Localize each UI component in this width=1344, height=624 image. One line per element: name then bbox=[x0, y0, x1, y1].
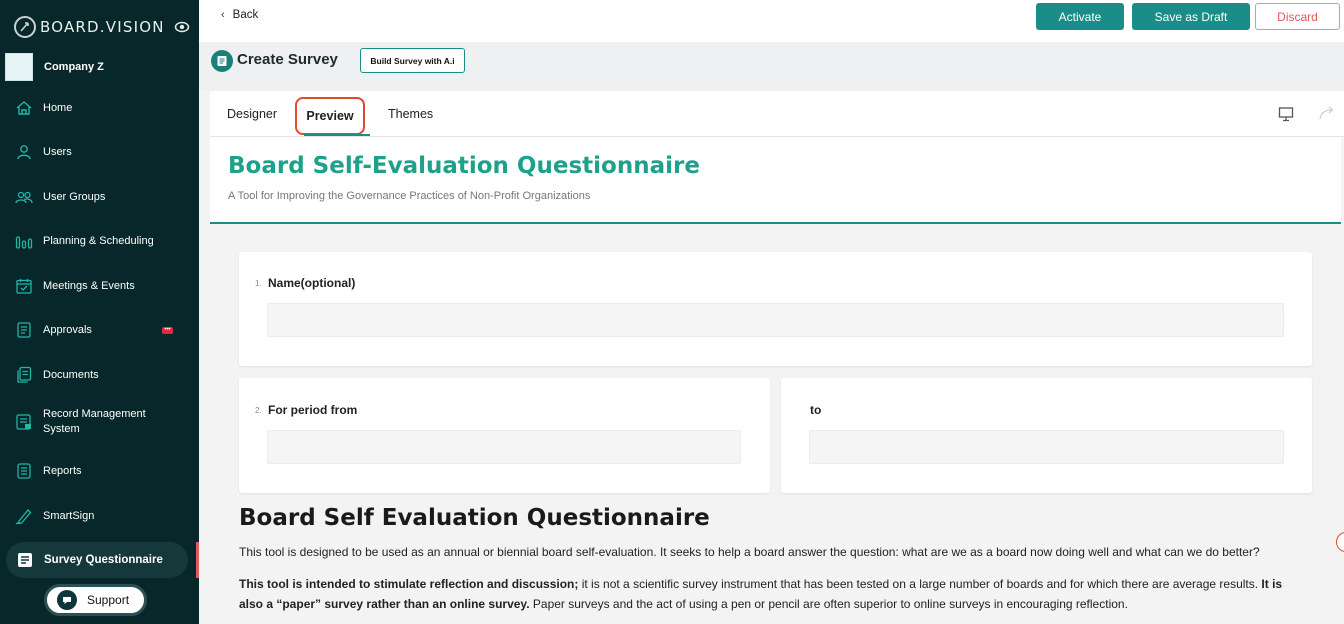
brand[interactable]: BOARD.VISION bbox=[14, 15, 165, 39]
intro-paragraph: This tool is designed to be used as an a… bbox=[239, 545, 1260, 559]
question-card: 1. Name(optional) bbox=[239, 252, 1312, 366]
approvals-icon bbox=[15, 321, 33, 339]
intro-paragraph-2: This tool is intended to stimulate refle… bbox=[239, 574, 1309, 614]
sidebar-item-label: Meetings & Events bbox=[43, 279, 135, 292]
body-text: Paper surveys and the act of using a pen… bbox=[529, 597, 1128, 611]
sidebar-item-reports[interactable]: Reports bbox=[0, 449, 199, 493]
documents-icon bbox=[15, 366, 33, 384]
record-icon bbox=[15, 413, 33, 431]
sidebar-item-label: Documents bbox=[43, 368, 99, 381]
sidebar-item-planning[interactable]: Planning & Scheduling bbox=[0, 219, 199, 263]
save-draft-button[interactable]: Save as Draft bbox=[1132, 3, 1250, 30]
question-label: For period from bbox=[268, 403, 358, 417]
monitor-icon[interactable] bbox=[1278, 106, 1294, 122]
sidebar-item-label: Home bbox=[43, 101, 73, 114]
pen-icon bbox=[15, 507, 33, 525]
approvals-badge: ••• bbox=[162, 326, 173, 334]
company-switcher[interactable]: Company Z bbox=[5, 53, 104, 81]
sidebar-item-user-groups[interactable]: User Groups bbox=[0, 175, 199, 219]
sidebar-item-label: Record Management System bbox=[43, 408, 146, 435]
section-title: Board Self Evaluation Questionnaire bbox=[239, 505, 710, 531]
question-number: 1. bbox=[255, 279, 262, 288]
sidebar-item-record-management[interactable]: Record Management System bbox=[0, 400, 199, 444]
eye-icon[interactable] bbox=[174, 20, 190, 34]
user-groups-icon bbox=[15, 188, 33, 206]
page-header: Create Survey Build Survey with A.i bbox=[199, 42, 1344, 91]
support-label: Support bbox=[87, 593, 130, 607]
editor-tabs: Designer Preview Themes bbox=[210, 91, 1344, 137]
calendar-icon bbox=[15, 277, 33, 295]
sidebar-item-label: Planning & Scheduling bbox=[43, 234, 154, 247]
sidebar-item-documents[interactable]: Documents bbox=[0, 353, 199, 397]
sidebar-item-smartsign[interactable]: SmartSign bbox=[0, 494, 199, 538]
sidebar-item-label: Users bbox=[43, 145, 72, 158]
question-label: Name(optional) bbox=[268, 276, 356, 290]
period-to-input[interactable] bbox=[809, 430, 1284, 464]
top-bar: ‹ Back Activate Save as Draft Discard bbox=[199, 0, 1344, 42]
build-with-ai-button[interactable]: Build Survey with A.i bbox=[360, 48, 465, 73]
chevron-left-icon: ‹ bbox=[221, 9, 225, 21]
sidebar-item-survey-questionnaire[interactable]: Survey Questionnaire bbox=[6, 542, 188, 578]
active-tab-underline bbox=[304, 134, 370, 136]
company-logo bbox=[5, 53, 33, 81]
sidebar: BOARD.VISION Company Z Home Users User G… bbox=[0, 0, 199, 624]
chat-icon bbox=[57, 590, 77, 610]
tab-themes[interactable]: Themes bbox=[388, 91, 433, 137]
activate-button[interactable]: Activate bbox=[1036, 3, 1124, 30]
back-link[interactable]: ‹ Back bbox=[221, 9, 258, 21]
user-icon bbox=[15, 143, 33, 161]
question-card: 2. For period from bbox=[239, 378, 770, 493]
back-label: Back bbox=[232, 9, 259, 21]
redo-icon[interactable] bbox=[1318, 105, 1336, 121]
brand-name: BOARD.VISION bbox=[40, 18, 165, 36]
company-name: Company Z bbox=[44, 61, 104, 73]
body-text: it is not a scientific survey instrument… bbox=[578, 577, 1262, 591]
bar-chart-icon bbox=[15, 232, 33, 250]
sidebar-item-label: Survey Questionnaire bbox=[44, 553, 163, 566]
discard-button[interactable]: Discard bbox=[1255, 3, 1340, 30]
home-icon bbox=[15, 99, 33, 117]
sidebar-item-users[interactable]: Users bbox=[0, 130, 199, 174]
sidebar-item-label: SmartSign bbox=[43, 509, 95, 522]
active-indicator bbox=[196, 542, 199, 578]
board-vision-logo-icon bbox=[14, 16, 36, 38]
bold-text: This tool is intended to stimulate refle… bbox=[239, 577, 579, 591]
sidebar-item-label: User Groups bbox=[43, 190, 106, 203]
support-button[interactable]: Support bbox=[44, 584, 147, 616]
tab-preview[interactable]: Preview bbox=[295, 97, 365, 135]
period-from-input[interactable] bbox=[267, 430, 741, 464]
survey-icon bbox=[16, 551, 34, 569]
reports-icon bbox=[15, 462, 33, 480]
sidebar-item-meetings[interactable]: Meetings & Events bbox=[0, 264, 199, 308]
name-input[interactable] bbox=[267, 303, 1284, 337]
sidebar-item-approvals[interactable]: Approvals ••• bbox=[0, 308, 199, 352]
page-title: Create Survey bbox=[237, 51, 338, 68]
question-card: to bbox=[781, 378, 1312, 493]
survey-header: Board Self-Evaluation Questionnaire A To… bbox=[210, 137, 1341, 224]
survey-form-icon bbox=[211, 50, 233, 72]
sidebar-item-label: Reports bbox=[43, 464, 82, 477]
tab-designer[interactable]: Designer bbox=[227, 91, 277, 137]
sidebar-item-label: Approvals bbox=[43, 323, 92, 336]
survey-description: A Tool for Improving the Governance Prac… bbox=[228, 190, 591, 202]
survey-title: Board Self-Evaluation Questionnaire bbox=[228, 153, 700, 179]
sidebar-item-home[interactable]: Home bbox=[0, 86, 199, 130]
question-label: to bbox=[810, 403, 822, 417]
question-number: 2. bbox=[255, 406, 262, 415]
